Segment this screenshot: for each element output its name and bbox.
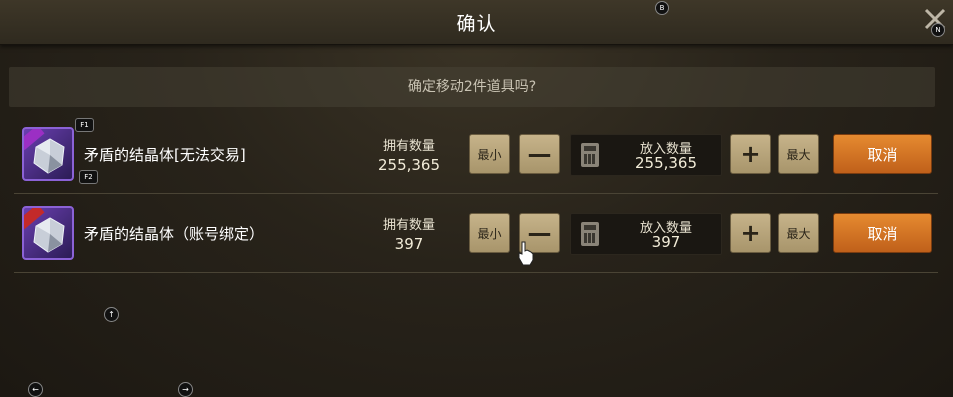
- crystal-graphic: [33, 138, 65, 174]
- owned-value: 255,365: [377, 156, 441, 174]
- increment-button[interactable]: +: [730, 213, 771, 253]
- cancel-button[interactable]: 取消: [833, 134, 932, 174]
- item-row: F1 F2 矛盾的结晶体[无法交易] 拥有数量 255,365 最小 — 放入数…: [14, 118, 938, 194]
- hand-cursor-icon: [518, 241, 534, 266]
- increment-button[interactable]: +: [730, 134, 771, 174]
- dialog-title: 确认: [456, 13, 497, 35]
- hotkey-badge-f2: F2: [79, 170, 98, 184]
- calculator-icon[interactable]: [581, 222, 599, 246]
- item-name: 矛盾的结晶体（账号绑定）: [84, 225, 265, 243]
- dpad-left-hint: ←: [28, 382, 43, 397]
- gem-icon: [22, 127, 74, 181]
- max-button[interactable]: 最大: [778, 134, 819, 174]
- hotkey-badge-f1: F1: [75, 118, 94, 132]
- max-button[interactable]: 最大: [778, 213, 819, 253]
- hotkey-badge-n: N: [931, 23, 945, 37]
- put-value: 255,365: [634, 154, 698, 172]
- owned-quantity: 拥有数量 255,365: [369, 135, 449, 174]
- gem-icon: [22, 206, 74, 260]
- owned-label: 拥有数量: [382, 218, 435, 233]
- owned-quantity: 拥有数量 397: [369, 214, 449, 253]
- dpad-up-hint: ↑: [104, 307, 119, 322]
- owned-value: 397: [394, 235, 424, 253]
- min-button[interactable]: 最小: [469, 213, 510, 253]
- crystal-graphic: [33, 217, 65, 253]
- put-quantity-field[interactable]: 放入数量 255,365: [570, 134, 722, 176]
- owned-label: 拥有数量: [382, 139, 435, 154]
- decrement-button[interactable]: —: [519, 134, 560, 174]
- put-quantity-field[interactable]: 放入数量 397: [570, 213, 722, 255]
- confirm-prompt: 确定移动2件道具吗?: [9, 67, 935, 107]
- hotkey-badge-b: B: [655, 1, 669, 15]
- put-value: 397: [651, 233, 681, 251]
- title-bar: 确认 B N: [0, 0, 953, 45]
- item-row: 矛盾的结晶体（账号绑定） 拥有数量 397 最小 — 放入数量 397 + 最大…: [14, 197, 938, 273]
- item-name: 矛盾的结晶体[无法交易]: [84, 146, 246, 164]
- row-divider: [14, 193, 938, 194]
- row-divider: [14, 272, 938, 273]
- min-button[interactable]: 最小: [469, 134, 510, 174]
- cancel-button[interactable]: 取消: [833, 213, 932, 253]
- dpad-right-hint: →: [178, 382, 193, 397]
- calculator-icon[interactable]: [581, 143, 599, 167]
